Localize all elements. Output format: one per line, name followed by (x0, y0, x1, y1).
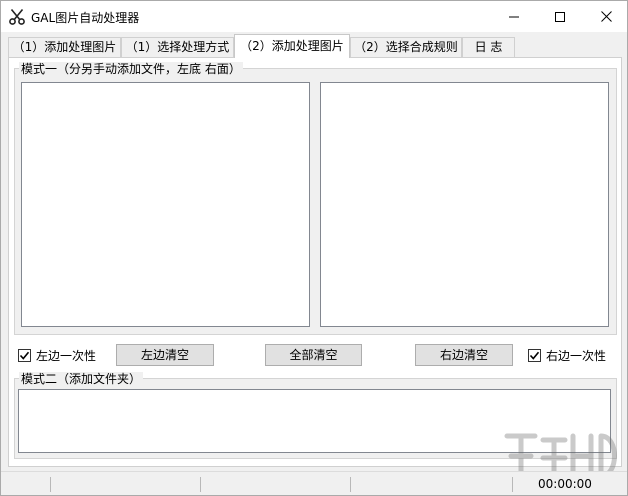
right-once-checkbox[interactable]: 右边一次性 (528, 347, 606, 364)
checkbox-box[interactable] (18, 349, 31, 362)
left-clear-button[interactable]: 左边清空 (116, 344, 214, 366)
tab-add-images-1[interactable]: （1）添加处理图片 (8, 37, 121, 57)
left-file-list[interactable] (21, 82, 310, 327)
mode2-legend: 模式二（添加文件夹） (19, 372, 144, 386)
status-separator (512, 477, 513, 492)
window-title: GAL图片自动处理器 (31, 11, 140, 25)
checkbox-label: 左边一次性 (36, 349, 97, 363)
right-file-list[interactable] (320, 82, 609, 327)
status-separator (200, 477, 201, 492)
tab-merge-rules-2[interactable]: （2）选择合成规则 (350, 37, 462, 57)
clear-all-button[interactable]: 全部清空 (265, 344, 362, 366)
right-clear-button[interactable]: 右边清空 (415, 344, 513, 366)
tab-log[interactable]: 日 志 (462, 37, 515, 57)
maximize-button[interactable] (537, 1, 583, 32)
status-bar: 00:00:00 (1, 471, 627, 495)
mode1-legend: 模式一（分另手动添加文件，左底 右面） (19, 62, 243, 76)
checkbox-label: 右边一次性 (546, 349, 607, 363)
scissors-icon (8, 8, 26, 26)
checkbox-box[interactable] (528, 349, 541, 362)
tab-add-images-2[interactable]: （2）添加处理图片 (234, 34, 350, 58)
minimize-button[interactable] (491, 1, 537, 32)
tab-strip: （1）添加处理图片 （1）选择处理方式 （2）添加处理图片 （2）选择合成规则 … (1, 32, 627, 58)
maximize-icon (555, 11, 565, 22)
status-separator (50, 477, 51, 492)
left-once-checkbox[interactable]: 左边一次性 (18, 347, 96, 364)
close-icon (600, 11, 612, 22)
tab-processing-method-1[interactable]: （1）选择处理方式 (121, 37, 234, 57)
title-bar[interactable]: GAL图片自动处理器 (1, 1, 627, 32)
status-separator (350, 477, 351, 492)
close-button[interactable] (583, 1, 628, 32)
elapsed-time: 00:00:00 (538, 477, 592, 491)
minimize-icon (509, 12, 519, 22)
app-window: GAL图片自动处理器 （1）添加处理图片 （1）选择处理方式 （2）添加处理图片… (0, 0, 628, 496)
